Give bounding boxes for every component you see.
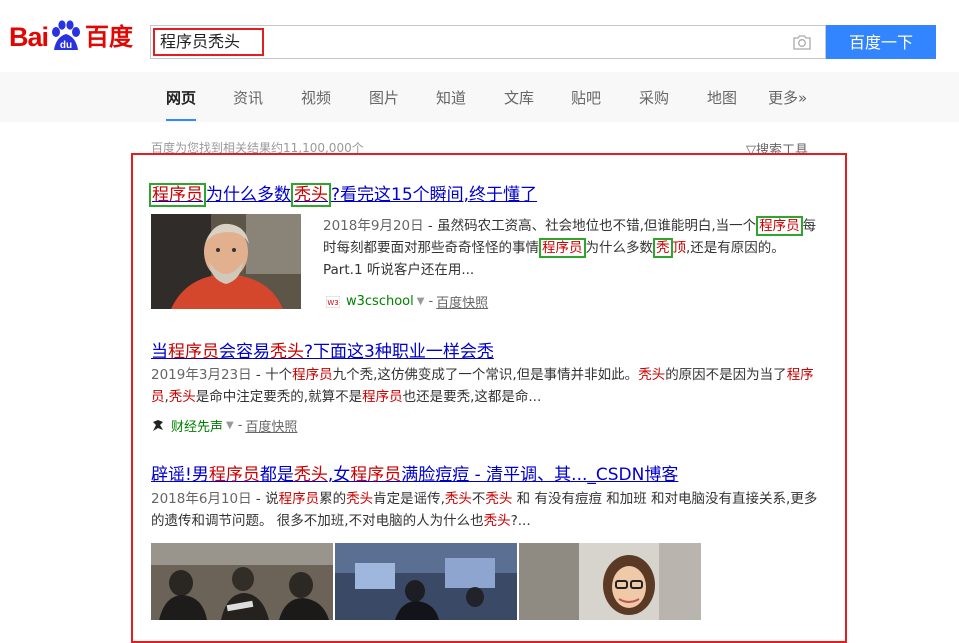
result-3-image-1[interactable] <box>151 543 333 620</box>
keyword-text: 程序员 <box>278 491 320 507</box>
title-segment: 为什么多数 <box>206 185 291 205</box>
tab-tieba[interactable]: 贴吧 <box>571 87 601 108</box>
result-1-thumbnail[interactable] <box>151 214 301 309</box>
svg-text:W3: W3 <box>327 299 338 307</box>
keyword-text: 程序员 <box>208 465 260 485</box>
top-bar: Bai du 百度 程序员秃头 百度一下 <box>0 0 959 70</box>
result-date: 2019年3月23日 <box>151 367 252 383</box>
source-name[interactable]: w3cschool <box>346 294 414 309</box>
search-query-text[interactable]: 程序员秃头 <box>153 28 264 56</box>
snapshot-link[interactable]: 百度快照 <box>245 416 297 435</box>
tab-map[interactable]: 地图 <box>707 87 737 108</box>
photo-woman-with-glasses <box>519 543 701 620</box>
keyword-text: 秃头 <box>485 491 513 507</box>
title-segment: ?看完这15个瞬间,终于懂了 <box>331 185 538 205</box>
site-favicon-icon: W3 <box>326 295 340 308</box>
keyword-text: 顶 <box>672 240 687 256</box>
result-3-image-2[interactable] <box>335 543 517 620</box>
tab-purchase[interactable]: 采购 <box>639 87 669 108</box>
result-2-source: 财经先声 ▼ - 百度快照 <box>151 416 297 435</box>
title-segment: ?下面这3种职业一样会秃 <box>304 342 494 362</box>
keyword-text: 秃头 <box>444 491 472 507</box>
tab-webpage[interactable]: 网页 <box>166 87 197 121</box>
keyword-text: 秃头 <box>168 389 196 405</box>
chevron-down-icon[interactable]: ▼ <box>226 420 234 431</box>
title-segment: 当 <box>151 342 168 362</box>
tab-more[interactable]: 更多» <box>768 87 807 108</box>
result-1-abstract: 2018年9月20日 - 虽然码农工资高、社会地位也不错,但谁能明白,当一个 程序… <box>323 215 828 281</box>
keyword-text: 程序员 <box>168 342 219 362</box>
tab-images[interactable]: 图片 <box>369 87 399 108</box>
title-segment: 满脸痘痘 - 清平调、其..._CSDN博客 <box>401 465 679 485</box>
abstract-text: 九个秃,这仿佛变成了一个常识,但是事情并非如此。 <box>332 367 639 383</box>
separator: - <box>428 294 434 309</box>
abstract-text: 肯定是谣传, <box>373 491 445 507</box>
portrait-image <box>151 214 301 309</box>
search-input[interactable]: 程序员秃头 <box>150 25 826 59</box>
keyword-text: 程序员 <box>362 389 403 405</box>
keyword-text: 程序员 <box>292 367 333 383</box>
paw-icon: du <box>52 20 81 51</box>
result-1-source: W3 w3cschool ▼ - 百度快照 <box>326 292 488 311</box>
logo-du-text: du <box>60 40 72 51</box>
tab-wenku[interactable]: 文库 <box>504 87 534 108</box>
abstract-text: 也还是要秃,这都是命... <box>402 389 542 405</box>
photo-people-sitting <box>151 543 333 620</box>
keyword-highlight: 程序员 <box>539 238 586 258</box>
result-date: 2018年6月10日 <box>151 491 252 507</box>
result-2-title-link[interactable]: 当程序员会容易秃头?下面这3种职业一样会秃 <box>151 337 494 362</box>
abstract-text: - 十个 <box>251 367 293 383</box>
baidu-logo[interactable]: Bai du 百度 <box>9 20 134 52</box>
abstract-text: 是命中注定要秃的,就算不是 <box>195 389 363 405</box>
source-name[interactable]: 财经先声 <box>171 416 223 435</box>
keyword-text: 程序员 <box>350 465 402 485</box>
title-segment: ,女 <box>327 465 351 485</box>
search-button[interactable]: 百度一下 <box>826 25 936 59</box>
abstract-text: 不 <box>471 491 486 507</box>
keyword-text: 秃头 <box>483 513 511 529</box>
result-date: 2018年9月20日 <box>323 218 424 234</box>
abstract-text: 累的 <box>319 491 347 507</box>
tab-video[interactable]: 视频 <box>301 87 331 108</box>
chevron-down-icon[interactable]: ▼ <box>417 296 425 307</box>
keyword-text: 秃头 <box>293 465 328 485</box>
title-segment: 都是 <box>259 465 294 485</box>
logo-bai-text: Bai <box>9 22 49 52</box>
result-2-abstract: 2019年3月23日 - 十个程序员九个秃,这仿佛变成了一个常识,但是事情并非如… <box>151 364 827 408</box>
snapshot-link[interactable]: 百度快照 <box>436 292 488 311</box>
keyword-highlight: 程序员 <box>149 183 206 207</box>
logo-cn-text: 百度 <box>85 23 134 51</box>
abstract-text: 的原因不是因为当了 <box>665 367 787 383</box>
camera-icon[interactable] <box>793 34 811 50</box>
keyword-highlight: 程序员 <box>756 216 803 236</box>
keyword-highlight: 秃头 <box>291 183 331 207</box>
abstract-text: - 说 <box>251 491 279 507</box>
keyword-text: 秃头 <box>346 491 374 507</box>
separator: - <box>237 418 243 433</box>
result-3-abstract: 2018年6月10日 - 说程序员累的秃头肯定是谣传,秃头不秃头 和 有没有痘痘… <box>151 488 827 532</box>
tab-news[interactable]: 资讯 <box>233 87 263 108</box>
abstract-text: 为什么多数 <box>585 240 654 256</box>
tab-zhidao[interactable]: 知道 <box>436 87 466 108</box>
result-3-image-3[interactable] <box>519 543 701 620</box>
abstract-text: - 虽然码农工资高、社会地位也不错,但谁能明白,当一个 <box>423 218 757 234</box>
title-segment: 会容易 <box>219 342 270 362</box>
result-1-title-link[interactable]: 程序员 为什么多数 秃头 ?看完这15个瞬间,终于懂了 <box>149 180 538 207</box>
search-tabs: 网页 资讯 视频 图片 知道 文库 贴吧 采购 地图 更多» <box>0 72 959 122</box>
keyword-text: 秃头 <box>270 342 304 362</box>
site-favicon-icon <box>153 420 163 431</box>
photo-office <box>335 543 517 620</box>
keyword-highlight: 秃 <box>653 238 673 258</box>
title-segment: 辟谣!男 <box>151 465 209 485</box>
keyword-text: 秃头 <box>638 367 666 383</box>
result-3-title-link[interactable]: 辟谣!男程序员都是秃头,女程序员满脸痘痘 - 清平调、其..._CSDN博客 <box>151 460 678 485</box>
abstract-text: ?... <box>510 513 531 529</box>
